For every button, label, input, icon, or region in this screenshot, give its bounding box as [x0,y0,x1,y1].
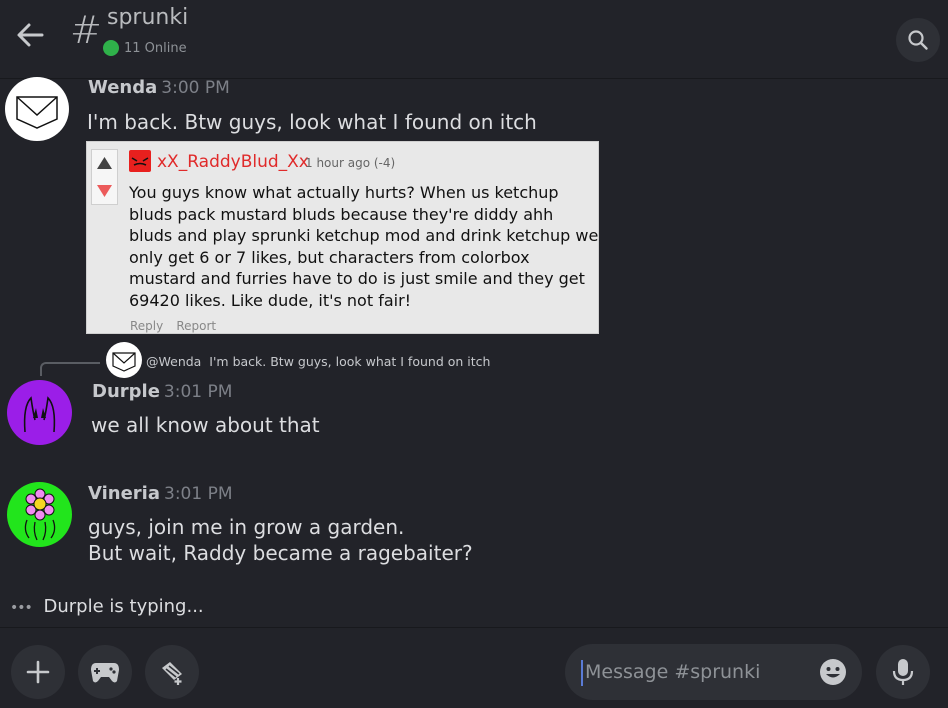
typing-text: Durple is typing... [43,596,204,617]
raddy-face-icon [131,157,149,166]
message-line: guys, join me in grow a garden. [88,515,405,539]
reply-avatar [106,342,142,378]
message-placeholder: Message #sprunki [585,661,761,683]
message-header: Vineria 3:01 PM [88,483,233,504]
typing-dots-icon: ••• [10,600,33,616]
message-text: we all know about that [91,413,320,437]
channel-name: sprunki [107,5,189,30]
embed-time: 1 hour ago (-4) [305,156,396,170]
durple-avatar[interactable] [7,380,72,445]
vote-box [91,149,118,205]
apps-sticker-icon [162,662,182,685]
gamepad-icon [91,663,119,683]
typing-indicator: ••• Durple is typing... [10,596,204,617]
gift-button[interactable] [145,645,199,699]
back-arrow-icon[interactable] [14,20,46,50]
flower-icon [24,488,56,541]
vineria-avatar[interactable] [7,482,72,547]
message-input[interactable]: Message #sprunki [565,644,862,700]
emoji-icon[interactable] [818,657,848,687]
report-link[interactable]: Report [176,319,216,333]
message-text: guys, join me in grow a garden. But wait… [88,514,473,566]
channel-header: # sprunki 11 Online [0,0,948,79]
message-line: But wait, Raddy became a ragebaiter? [88,541,473,565]
reply-connector [40,362,100,376]
message-header: Wenda 3:00 PM [88,77,230,98]
embed-comment-text: You guys know what actually hurts? When … [129,183,599,310]
message-text: I'm back. Btw guys, look what I found on… [87,110,537,134]
microphone-icon [892,659,914,685]
embed-author-name[interactable]: xX_RaddyBlud_Xx [157,152,309,172]
envelope-icon [112,352,136,372]
message-time: 3:01 PM [164,484,233,504]
downvote-arrow-icon[interactable] [96,184,113,198]
online-status-dot [103,40,119,56]
reply-preview[interactable]: @Wenda I'm back. Btw guys, look what I f… [146,354,490,369]
envelope-icon [16,96,58,129]
online-count: 11 Online [124,41,187,56]
add-attachment-button[interactable] [11,645,65,699]
search-icon [908,30,928,50]
itch-comment-embed: xX_RaddyBlud_Xx 1 hour ago (-4) You guys… [86,141,599,334]
search-button[interactable] [896,18,940,62]
message-header: Durple 3:01 PM [92,381,232,402]
reply-link[interactable]: Reply [130,319,163,333]
channel-hash-icon: # [70,8,102,52]
author-name[interactable]: Wenda [88,77,157,98]
plus-icon [26,660,50,684]
author-name[interactable]: Vineria [88,483,160,504]
message-time: 3:01 PM [163,382,233,402]
embed-actions: Reply Report [130,315,216,334]
reply-preview-text: I'm back. Btw guys, look what I found on… [209,354,491,369]
author-name[interactable]: Durple [92,381,160,402]
durple-character-icon [23,396,56,433]
voice-message-button[interactable] [876,645,930,699]
text-caret [581,660,583,686]
activities-button[interactable] [78,645,132,699]
wenda-avatar[interactable] [5,77,69,141]
upvote-arrow-icon[interactable] [96,156,113,170]
reply-mention: @Wenda [146,354,202,369]
message-time: 3:00 PM [161,78,230,98]
raddy-avatar[interactable] [129,150,151,172]
